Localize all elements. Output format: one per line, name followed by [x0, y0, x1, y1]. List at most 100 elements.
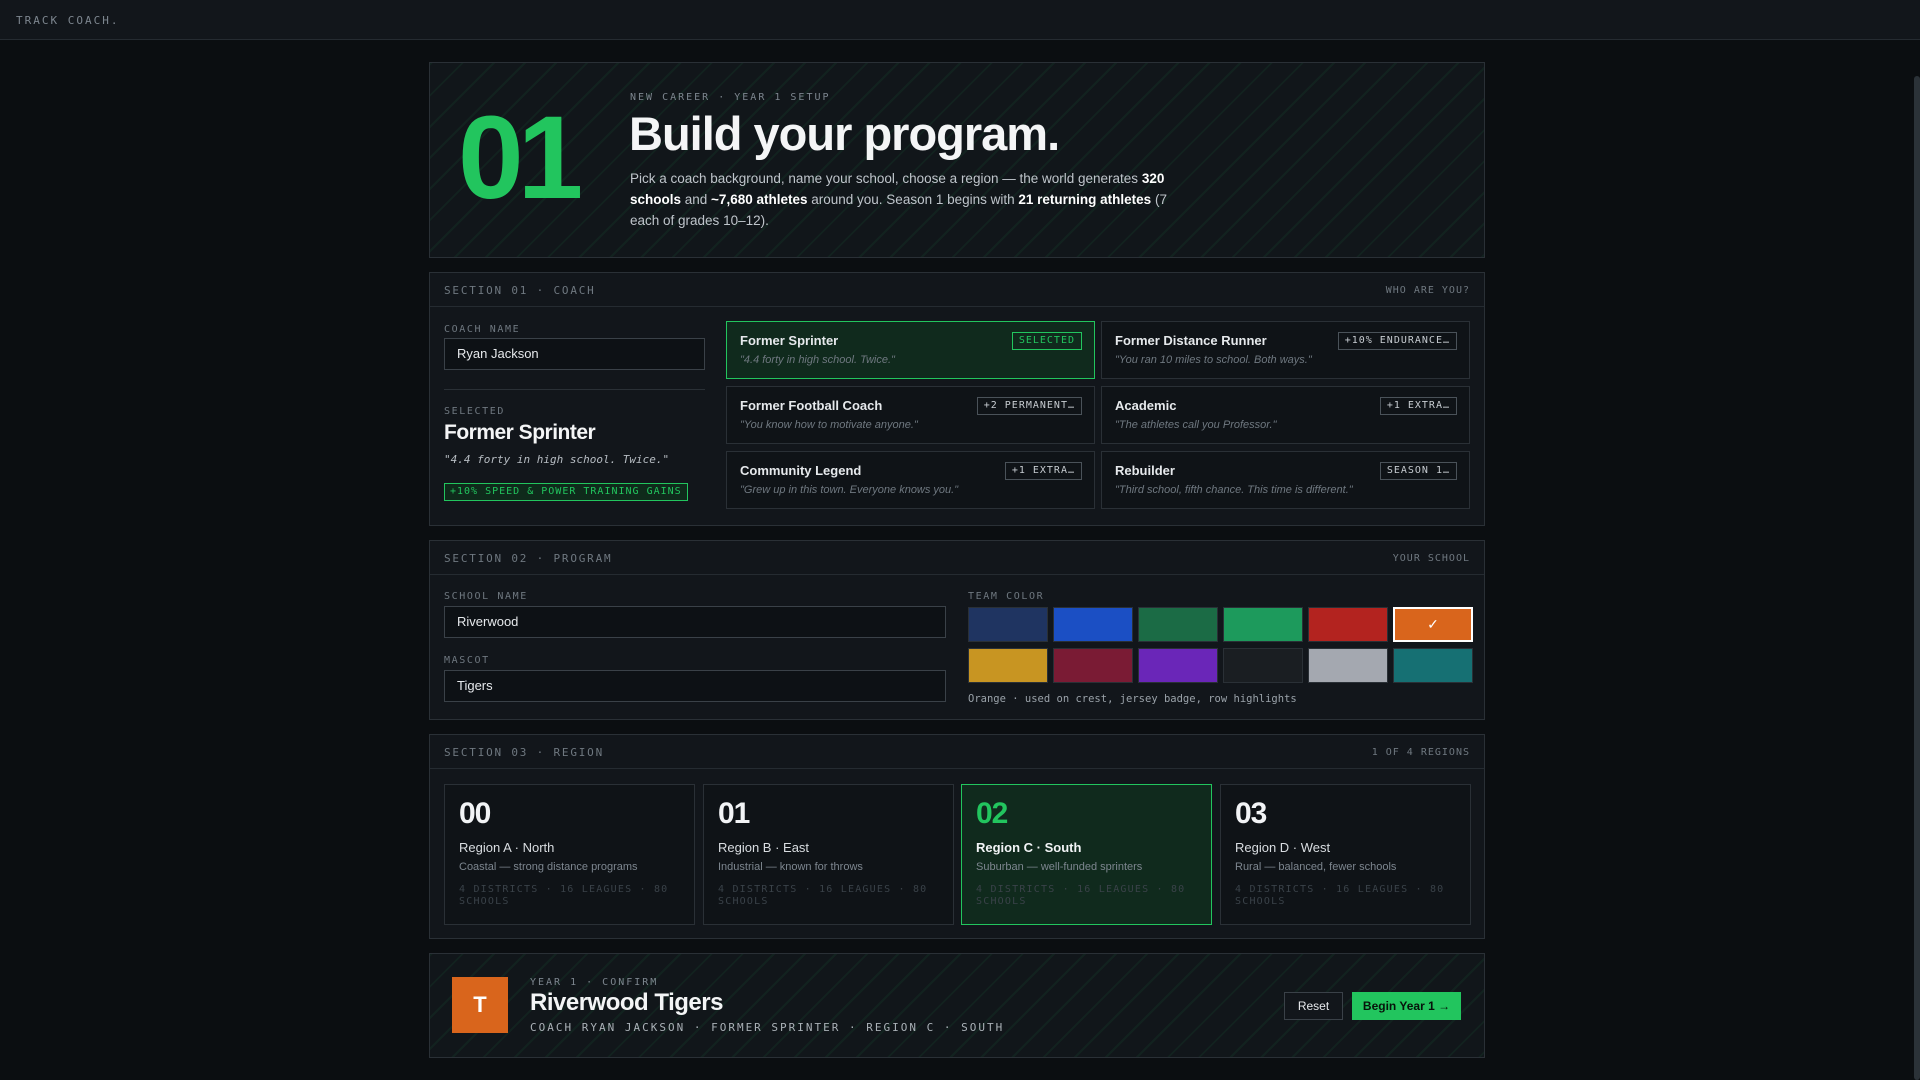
page-title: Build your program.	[629, 107, 1060, 160]
coach-option-badge: +2 PERMANENT…	[976, 397, 1082, 415]
coach-option-quote: "4.4 forty in high school. Twice."	[740, 354, 895, 366]
coach-option-academic[interactable]: Academic +1 EXTRA… "The athletes call yo…	[1101, 386, 1470, 444]
team-color-swatch[interactable]	[1138, 648, 1218, 683]
team-color-swatch[interactable]	[1393, 648, 1473, 683]
region-description: Rural — balanced, fewer schools	[1235, 861, 1397, 873]
team-color-swatch[interactable]	[1308, 607, 1388, 642]
section-label: SECTION 01 · COACH	[444, 284, 596, 297]
confirm-panel: T YEAR 1 · CONFIRM Riverwood Tigers COAC…	[429, 953, 1485, 1058]
school-name-input[interactable]: Riverwood	[444, 606, 946, 638]
confirm-eyebrow: YEAR 1 · CONFIRM	[530, 977, 659, 988]
program-section: SECTION 02 · PROGRAM YOUR SCHOOL SCHOOL …	[429, 540, 1485, 720]
coach-option-badge: SELECTED	[1011, 332, 1082, 350]
coach-option-badge: +1 EXTRA…	[1004, 462, 1082, 480]
mascot-label: MASCOT	[444, 655, 490, 666]
hero-panel: 01 NEW CAREER · YEAR 1 SETUP Build your …	[429, 62, 1485, 258]
hero-eyebrow: NEW CAREER · YEAR 1 SETUP	[630, 92, 831, 103]
region-number: 01	[718, 797, 750, 830]
coach-section: SECTION 01 · COACH WHO ARE YOU? COACH NA…	[429, 272, 1485, 526]
region-meta: 4 DISTRICTS · 16 LEAGUES · 80 SCHOOLS	[976, 884, 1186, 907]
confirm-team-name: Riverwood Tigers	[530, 989, 723, 1016]
confirm-summary: COACH RYAN JACKSON · FORMER SPRINTER · R…	[530, 1021, 1005, 1034]
region-name: Region B · East	[718, 840, 810, 855]
hero-number: 01	[458, 92, 583, 224]
region-name: Region D · West	[1235, 840, 1331, 855]
coach-name-input[interactable]: Ryan Jackson	[444, 338, 705, 370]
region-card-north[interactable]: 00 Region A · North Coastal — strong dis…	[444, 784, 695, 925]
region-section: SECTION 03 · REGION 1 OF 4 REGIONS 00 Re…	[429, 734, 1485, 939]
region-name: Region C · South	[976, 840, 1082, 855]
section-label: SECTION 03 · REGION	[444, 746, 605, 759]
hero-athletes-count: ~7,680 athletes	[711, 192, 808, 207]
app-brand: TRACK COACH.	[16, 14, 120, 27]
coach-option-quote: "You know how to motivate anyone."	[740, 419, 918, 431]
coach-option-name: Former Sprinter	[740, 333, 839, 348]
team-color-swatch[interactable]	[1223, 607, 1303, 642]
region-number: 00	[459, 797, 491, 830]
team-color-swatch[interactable]	[1138, 607, 1218, 642]
selected-perk-badge: +10% SPEED & POWER TRAINING GAINS	[444, 483, 688, 501]
page-scrollbar[interactable]	[1914, 76, 1920, 1080]
section-hint: 1 OF 4 REGIONS	[1371, 747, 1470, 758]
coach-option-former-football-coach[interactable]: Former Football Coach +2 PERMANENT… "You…	[726, 386, 1095, 444]
section-header: SECTION 02 · PROGRAM YOUR SCHOOL	[430, 541, 1484, 575]
team-color-swatch[interactable]	[968, 607, 1048, 642]
team-color-swatch[interactable]	[1308, 648, 1388, 683]
section-hint: YOUR SCHOOL	[1392, 553, 1470, 564]
coach-name-label: COACH NAME	[444, 324, 521, 335]
coach-option-former-distance-runner[interactable]: Former Distance Runner +10% ENDURANCE… "…	[1101, 321, 1470, 379]
team-color-note: Orange · used on crest, jersey badge, ro…	[968, 693, 1297, 705]
hero-desc-text: Pick a coach background, name your schoo…	[630, 171, 1139, 186]
school-name-label: SCHOOL NAME	[444, 591, 528, 602]
coach-option-badge: SEASON 1…	[1379, 462, 1457, 480]
region-number: 03	[1235, 797, 1267, 830]
team-color-swatch[interactable]	[1053, 648, 1133, 683]
coach-option-quote: "The athletes call you Professor."	[1115, 419, 1277, 431]
region-name: Region A · North	[459, 840, 555, 855]
region-card-south[interactable]: 02 Region C · South Suburban — well-fund…	[961, 784, 1212, 925]
section-label: SECTION 02 · PROGRAM	[444, 552, 613, 565]
hero-desc-text: and	[681, 192, 712, 207]
team-color-swatch[interactable]	[1223, 648, 1303, 683]
reset-button[interactable]: Reset	[1284, 992, 1343, 1020]
region-meta: 4 DISTRICTS · 16 LEAGUES · 80 SCHOOLS	[718, 884, 928, 907]
divider	[444, 389, 705, 390]
region-card-east[interactable]: 01 Region B · East Industrial — known fo…	[703, 784, 954, 925]
coach-option-badge: +1 EXTRA…	[1379, 397, 1457, 415]
selected-coach-name: Former Sprinter	[444, 421, 596, 444]
team-crest: T	[452, 977, 508, 1033]
coach-option-badge: +10% ENDURANCE…	[1337, 332, 1457, 350]
hero-desc-text: around you. Season 1 begins with	[807, 192, 1019, 207]
coach-option-name: Rebuilder	[1115, 463, 1175, 478]
coach-option-community-legend[interactable]: Community Legend +1 EXTRA… "Grew up in t…	[726, 451, 1095, 509]
coach-option-former-sprinter[interactable]: Former Sprinter SELECTED "4.4 forty in h…	[726, 321, 1095, 379]
region-card-west[interactable]: 03 Region D · West Rural — balanced, few…	[1220, 784, 1471, 925]
coach-option-quote: "You ran 10 miles to school. Both ways."	[1115, 354, 1312, 366]
hero-returning-count: 21 returning athletes	[1018, 192, 1152, 207]
section-header: SECTION 01 · COACH WHO ARE YOU?	[430, 273, 1484, 307]
region-description: Coastal — strong distance programs	[459, 861, 638, 873]
selected-coach-quote: "4.4 forty in high school. Twice."	[444, 453, 670, 466]
coach-option-name: Community Legend	[740, 463, 862, 478]
coach-option-name: Academic	[1115, 398, 1177, 413]
top-bar: TRACK COACH.	[0, 0, 1920, 40]
mascot-input[interactable]: Tigers	[444, 670, 946, 702]
selected-label: SELECTED	[444, 406, 505, 417]
team-color-swatch[interactable]	[968, 648, 1048, 683]
region-meta: 4 DISTRICTS · 16 LEAGUES · 80 SCHOOLS	[1235, 884, 1445, 907]
hero-description: Pick a coach background, name your schoo…	[630, 168, 1190, 231]
coach-option-quote: "Third school, fifth chance. This time i…	[1115, 484, 1353, 496]
coach-option-rebuilder[interactable]: Rebuilder SEASON 1… "Third school, fifth…	[1101, 451, 1470, 509]
region-description: Industrial — known for throws	[718, 861, 863, 873]
section-hint: WHO ARE YOU?	[1385, 285, 1470, 296]
coach-option-name: Former Distance Runner	[1115, 333, 1267, 348]
region-number: 02	[976, 797, 1008, 830]
team-color-swatch[interactable]: ✓	[1393, 607, 1473, 642]
section-header: SECTION 03 · REGION 1 OF 4 REGIONS	[430, 735, 1484, 769]
checkmark-icon: ✓	[1427, 616, 1439, 632]
coach-option-name: Former Football Coach	[740, 398, 883, 413]
region-meta: 4 DISTRICTS · 16 LEAGUES · 80 SCHOOLS	[459, 884, 669, 907]
begin-year-button[interactable]: Begin Year 1 →	[1352, 992, 1461, 1020]
team-color-swatch[interactable]	[1053, 607, 1133, 642]
coach-option-quote: "Grew up in this town. Everyone knows yo…	[740, 484, 959, 496]
